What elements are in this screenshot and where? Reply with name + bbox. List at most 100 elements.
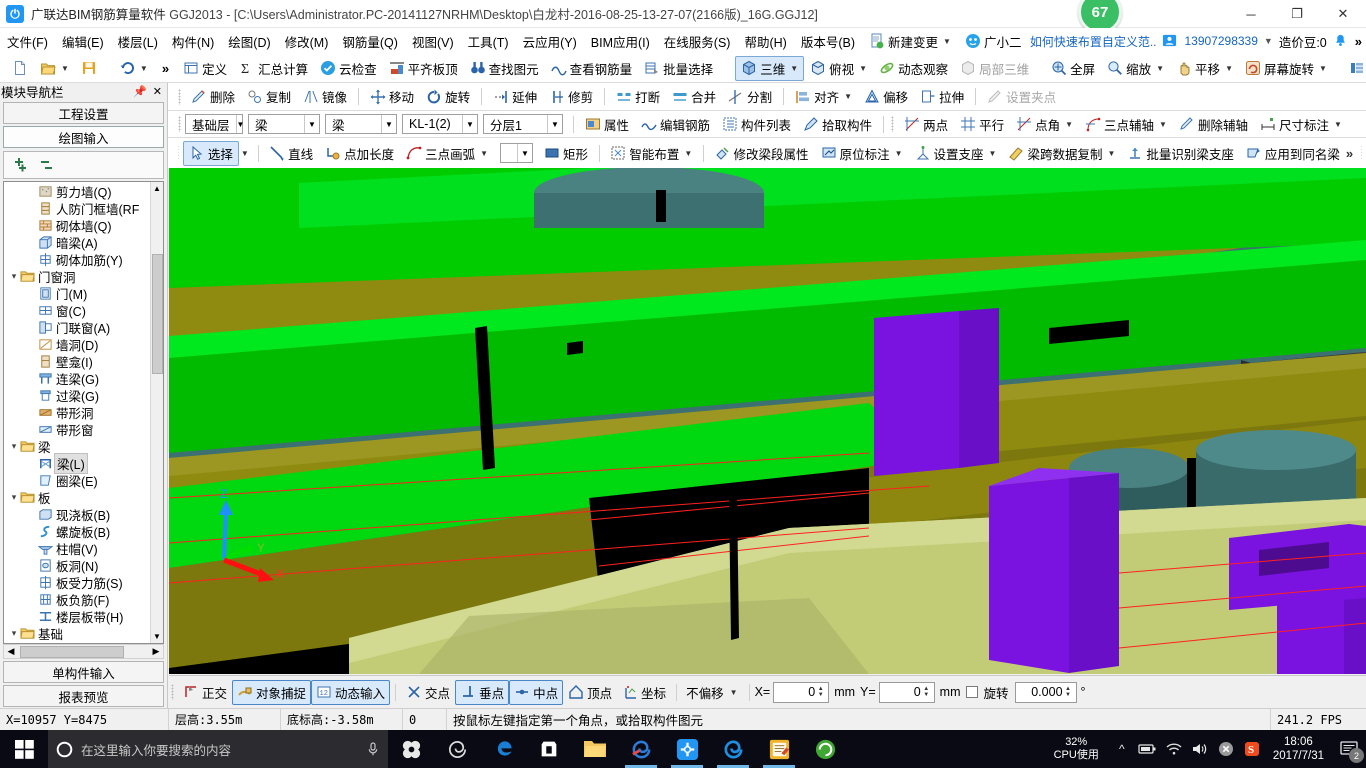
menu-edit[interactable]: 编辑(E): [55, 29, 111, 54]
phone-label[interactable]: 13907298339: [1184, 34, 1257, 48]
local-3d-button[interactable]: 局部三维: [954, 56, 1035, 81]
chevron-down-icon[interactable]: ▼: [235, 115, 244, 133]
tree-item-wall-opening[interactable]: 墙洞(D): [4, 336, 150, 353]
fan-app-icon[interactable]: [388, 730, 434, 768]
merge-button[interactable]: 合并: [666, 84, 722, 109]
chrome-like-icon[interactable]: [710, 730, 756, 768]
chevron-down-icon[interactable]: ▾: [8, 271, 20, 282]
search-input[interactable]: 在这里输入你要搜索的内容: [48, 730, 388, 768]
tree-scroll-thumb[interactable]: [152, 254, 163, 374]
tree-item-slab-main-rebar[interactable]: 板受力筋(S): [4, 574, 150, 591]
three-point-axis-button[interactable]: 三点辅轴 ▼: [1079, 112, 1173, 137]
delete-button[interactable]: 删除: [185, 84, 241, 109]
define-button[interactable]: 定义: [177, 56, 233, 81]
save-button[interactable]: [75, 57, 103, 79]
tree-hscroll-thumb[interactable]: [20, 645, 124, 658]
sidebar-tab-draw-input[interactable]: 绘图输入: [3, 126, 164, 148]
snap-intersection[interactable]: 交点: [401, 680, 455, 705]
chevron-down-icon[interactable]: ▼: [1065, 120, 1073, 129]
toolbar-grip[interactable]: [171, 684, 174, 700]
scroll-right-arrow-icon[interactable]: ▶: [149, 646, 163, 657]
cpu-usage-indicator[interactable]: 32% CPU使用: [1044, 736, 1109, 762]
chevron-down-icon[interactable]: ▼: [140, 64, 148, 73]
tree-item-folder[interactable]: ▾ 基础: [4, 625, 150, 642]
orbit-button[interactable]: 动态观察: [873, 56, 954, 81]
batch-select-button[interactable]: 批量选择: [638, 56, 719, 81]
set-grip-button[interactable]: 设置夹点: [981, 84, 1062, 109]
scroll-up-arrow-icon[interactable]: ▲: [151, 182, 163, 195]
menu-draw[interactable]: 绘图(D): [221, 29, 277, 54]
sogou-browser-icon[interactable]: [618, 730, 664, 768]
edit-beam-segment-button[interactable]: 修改梁段属性: [709, 141, 815, 166]
chevron-down-icon[interactable]: ▼: [304, 115, 319, 133]
notepad-app-icon[interactable]: [756, 730, 802, 768]
delete-axis-button[interactable]: 删除辅轴: [1173, 112, 1254, 137]
tree-item-folder[interactable]: ▾ 板: [4, 489, 150, 506]
menu-floor[interactable]: 楼层(L): [111, 29, 165, 54]
open-file-button[interactable]: ▼: [34, 57, 75, 79]
tree-item-ring-beam[interactable]: 圈梁(E): [4, 472, 150, 489]
bell-icon[interactable]: [1333, 33, 1349, 49]
toolbar-overflow-button[interactable]: »: [162, 61, 169, 76]
chevron-down-icon[interactable]: ▼: [1264, 36, 1273, 46]
snap-vertex[interactable]: 顶点: [563, 680, 617, 705]
line-tool-button[interactable]: 直线: [263, 141, 319, 166]
chevron-down-icon[interactable]: ▼: [844, 92, 852, 101]
toolbar-grip[interactable]: [891, 116, 895, 132]
menu-help[interactable]: 帮助(H): [737, 29, 793, 54]
tree-item-hidden-beam[interactable]: 暗梁(A): [4, 234, 150, 251]
x-offset-spinner[interactable]: ▲ ▼: [815, 683, 826, 702]
pick-member-button[interactable]: 拾取构件: [797, 112, 878, 137]
screen-rotate-button[interactable]: 屏幕旋转 ▼: [1239, 56, 1333, 81]
menubar-overflow-button[interactable]: »: [1355, 34, 1362, 49]
menu-bim[interactable]: BIM应用(I): [584, 29, 657, 54]
in-place-annotation-button[interactable]: 原位标注 ▼: [815, 141, 909, 166]
tip-link[interactable]: 如何快速布置自定义范..: [1030, 33, 1157, 50]
properties-button[interactable]: 属性: [579, 112, 635, 137]
menu-member[interactable]: 构件(N): [165, 29, 221, 54]
chevron-down-icon[interactable]: ▼: [943, 37, 951, 46]
smart-place-button[interactable]: 智能布置 ▼: [604, 141, 698, 166]
rectangle-tool-button[interactable]: 矩形: [538, 141, 594, 166]
tree-item-niche[interactable]: 壁龛(I): [4, 353, 150, 370]
chevron-down-icon[interactable]: ▼: [381, 115, 396, 133]
file-explorer-icon[interactable]: [572, 730, 618, 768]
microsoft-store-icon[interactable]: [526, 730, 572, 768]
align-button[interactable]: 对齐 ▼: [789, 84, 858, 109]
align-slab-top-button[interactable]: 平齐板顶: [383, 56, 464, 81]
span-data-copy-button[interactable]: 梁跨数据复制 ▼: [1002, 141, 1121, 166]
rotate-input[interactable]: 0.000 ▲ ▼: [1014, 681, 1077, 703]
edge-browser-icon[interactable]: [480, 730, 526, 768]
menu-version[interactable]: 版本号(B): [794, 29, 862, 54]
draw-toolbar-overflow-button[interactable]: »: [1346, 146, 1359, 161]
dynamic-input-toggle[interactable]: 12 动态输入: [311, 679, 391, 705]
type-select[interactable]: 梁 ▼: [325, 114, 397, 134]
snap-midpoint[interactable]: 中点: [509, 679, 564, 705]
chevron-up-icon[interactable]: ^: [1109, 730, 1135, 768]
tree-item-masonry-rebar[interactable]: 砌体加筋(Y): [4, 251, 150, 268]
member-list-button[interactable]: 构件列表: [716, 112, 797, 137]
snap-perpendicular[interactable]: 垂点: [455, 679, 510, 705]
clock[interactable]: 18:06 2017/7/31: [1265, 735, 1332, 763]
point-angle-axis-button[interactable]: 点角 ▼: [1010, 112, 1079, 137]
tree-item-foundation-beam[interactable]: 基础梁(F): [4, 642, 150, 643]
minimize-button[interactable]: ─: [1228, 0, 1274, 28]
wifi-icon[interactable]: [1161, 730, 1187, 768]
toolbar-grip[interactable]: [178, 88, 181, 105]
parallel-axis-button[interactable]: 平行: [954, 112, 1010, 137]
toolbar-grip[interactable]: [178, 116, 181, 132]
chevron-down-icon[interactable]: ▼: [684, 149, 692, 158]
sogou-input-icon[interactable]: S: [1239, 730, 1265, 768]
zoom-button[interactable]: 缩放 ▼: [1101, 56, 1170, 81]
dimension-button[interactable]: 尺寸标注 ▼: [1254, 112, 1348, 137]
chevron-down-icon[interactable]: ▼: [517, 144, 532, 162]
menu-online-service[interactable]: 在线服务(S): [657, 29, 738, 54]
new-change-button[interactable]: 新建变更 ▼: [862, 29, 958, 54]
pan-button[interactable]: 平移 ▼: [1170, 56, 1239, 81]
toolbar-grip[interactable]: [1361, 145, 1363, 161]
set-support-button[interactable]: 设置支座 ▼: [909, 141, 1003, 166]
two-point-axis-button[interactable]: 两点: [898, 112, 954, 137]
view-rebar-amount-button[interactable]: 查看钢筋量: [545, 56, 639, 81]
menu-tools[interactable]: 工具(T): [461, 29, 516, 54]
draw-mode-select[interactable]: ▼: [500, 143, 533, 163]
